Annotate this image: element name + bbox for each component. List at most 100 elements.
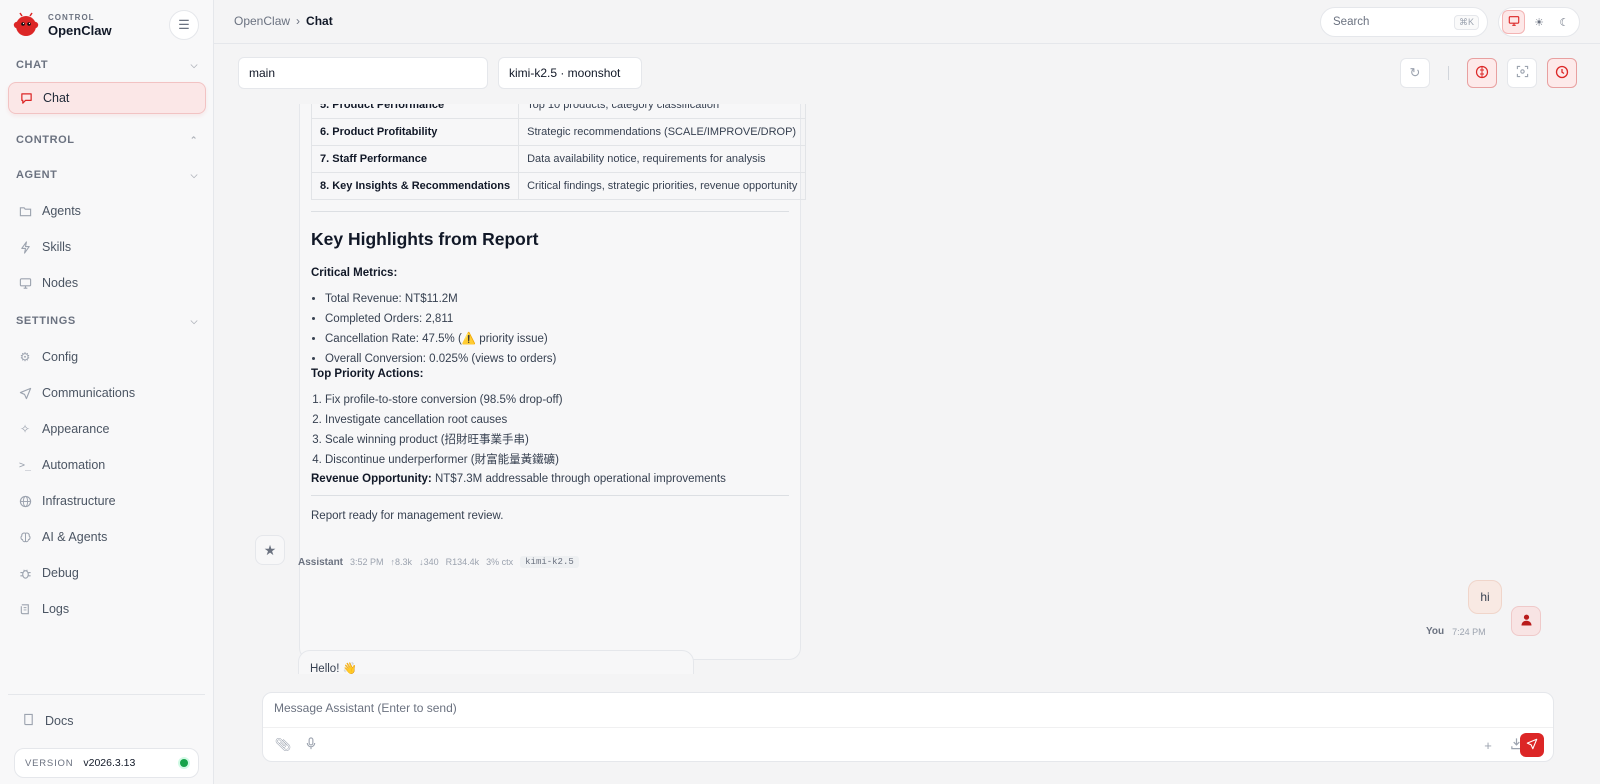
sidebar-item-ai-agents[interactable]: AI & Agents (8, 521, 206, 553)
sidebar-item-label: Skills (42, 240, 72, 254)
user-message-meta: You 7:24 PM (1426, 626, 1486, 637)
send-icon (18, 387, 32, 400)
report-sections-table: 5. Product Performance Top 10 products, … (310, 104, 807, 200)
brain-icon (18, 531, 32, 544)
send-button[interactable] (1520, 733, 1544, 757)
bug-icon (18, 567, 32, 580)
openclaw-logo-icon (12, 11, 40, 39)
table-row: 5. Product Performance Top 10 products, … (310, 104, 807, 119)
divider (311, 211, 789, 212)
group-label: CHAT (16, 59, 49, 71)
refresh-icon: ↻ (1409, 65, 1421, 80)
sidebar-item-label: Nodes (42, 276, 79, 290)
new-session-button[interactable]: + (1476, 733, 1500, 757)
breadcrumb-root[interactable]: OpenClaw (234, 14, 290, 28)
nav-group-agent: AGENT ⌵ Agents Skills Nodes (0, 165, 214, 299)
star-icon: ★ (263, 541, 277, 558)
list-item: Scale winning product (招財旺事業手串) (325, 432, 789, 452)
group-header-settings[interactable]: SETTINGS ⌵ (0, 311, 214, 331)
paperclip-icon: 📎︎ (274, 737, 292, 752)
sidebar-item-infrastructure[interactable]: Infrastructure (8, 485, 206, 517)
table-cell: Top 10 products, category classification (518, 104, 807, 119)
message-input-placeholder: Message Assistant (Enter to send) (274, 701, 457, 715)
sidebar-item-label: Debug (42, 566, 79, 580)
breadcrumb: OpenClaw › Chat (234, 14, 333, 28)
menu-icon: ☰ (178, 17, 190, 32)
list-item: Cancellation Rate: 47.5% (⚠️ priority is… (325, 331, 789, 351)
system-theme-button[interactable] (1502, 10, 1526, 34)
message-composer[interactable]: Message Assistant (Enter to send) 📎︎ + (262, 692, 1554, 762)
sidebar-item-chat[interactable]: Chat (8, 82, 206, 114)
book-icon (22, 713, 35, 729)
sidebar-item-automation[interactable]: >_ Automation (8, 449, 206, 481)
metrics-list: Total Revenue: NT$11.2M Completed Orders… (325, 291, 789, 371)
sidebar-item-appearance[interactable]: ✧ Appearance (8, 413, 206, 445)
microphone-icon (305, 737, 317, 753)
sidebar-item-config[interactable]: ⚙ Config (8, 341, 206, 373)
sidebar-divider (8, 694, 205, 695)
sidebar-item-agents[interactable]: Agents (8, 195, 206, 227)
focus-mode-button[interactable] (1507, 58, 1537, 88)
monitor-icon (1508, 15, 1520, 30)
table-row: 6. Product Profitability Strategic recom… (310, 118, 807, 146)
brand-name: OpenClaw (48, 22, 112, 38)
attach-button[interactable]: 📎︎ (271, 733, 295, 757)
message-time: 3:52 PM (350, 557, 384, 567)
sidebar-item-label: AI & Agents (42, 530, 108, 544)
voice-button[interactable] (299, 733, 323, 757)
table-cell: 5. Product Performance (310, 104, 520, 119)
group-header-chat[interactable]: CHAT ⌵ (0, 55, 214, 75)
refresh-button[interactable]: ↻ (1400, 58, 1430, 88)
sidebar-item-logs[interactable]: Logs (8, 593, 206, 625)
globe-icon (18, 495, 32, 508)
session-select[interactable]: main (238, 57, 488, 89)
sidebar-item-nodes[interactable]: Nodes (8, 267, 206, 299)
sidebar-item-docs[interactable]: Docs (16, 710, 73, 732)
sidebar-item-label: Communications (42, 386, 136, 400)
light-theme-button[interactable]: ☀ (1527, 10, 1550, 34)
tokens-down: ↓340 (419, 557, 439, 567)
revenue-opportunity-text: NT$7.3M addressable through operational … (434, 473, 726, 485)
search-shortcut: ⌘K (1453, 14, 1479, 30)
sidebar-item-debug[interactable]: Debug (8, 557, 206, 589)
session-value: main (249, 66, 276, 80)
brain-icon (1475, 65, 1489, 82)
sidebar-item-skills[interactable]: Skills (8, 231, 206, 263)
table-cell: 6. Product Profitability (310, 118, 520, 146)
sidebar-item-communications[interactable]: Communications (8, 377, 206, 409)
bolt-icon (18, 240, 32, 254)
dark-theme-button[interactable]: ☾ (1553, 10, 1576, 34)
search-input[interactable]: Search ⌘K (1320, 7, 1488, 37)
table-cell: Critical findings, strategic priorities,… (518, 172, 807, 200)
list-item: Fix profile-to-store conversion (98.5% d… (325, 392, 789, 412)
sidebar-toggle-button[interactable]: ☰ (169, 10, 199, 40)
nav-group-chat: CHAT ⌵ Chat (0, 55, 214, 114)
version-badge: VERSION v2026.3.13 (14, 748, 199, 778)
sidebar-item-label: Infrastructure (42, 494, 116, 508)
composer-divider (263, 727, 1553, 728)
sidebar-item-label: Logs (42, 602, 70, 616)
thinking-toggle-button[interactable] (1467, 58, 1497, 88)
list-item: Total Revenue: NT$11.2M (325, 291, 789, 311)
group-label: CONTROL (16, 134, 75, 146)
sender-name: Assistant (298, 556, 344, 568)
history-button[interactable] (1547, 58, 1577, 88)
docs-label: Docs (45, 714, 74, 728)
brand[interactable]: CONTROL OpenClaw (12, 10, 112, 40)
toolbar-divider (1448, 66, 1449, 80)
table-row: 8. Key Insights & Recommendations Critic… (310, 172, 807, 200)
nav-group-control: CONTROL ⌃ (0, 130, 214, 150)
group-header-agent[interactable]: AGENT ⌵ (0, 165, 214, 185)
group-header-control[interactable]: CONTROL ⌃ (0, 130, 214, 150)
model-select[interactable]: kimi-k2.5 · moonshot (498, 57, 642, 89)
table-cell: Data availability notice, requirements f… (518, 145, 807, 173)
gear-icon: ⚙ (19, 350, 31, 364)
list-item: Investigate cancellation root causes (325, 412, 789, 432)
clock-icon (1555, 65, 1569, 82)
metrics-title: Critical Metrics: (311, 267, 398, 279)
breadcrumb-current: Chat (306, 14, 333, 28)
monitor-icon (18, 277, 32, 290)
group-label: SETTINGS (16, 315, 76, 327)
chevron-up-icon: ⌃ (189, 134, 198, 145)
report-heading: Key Highlights from Report (311, 229, 539, 249)
